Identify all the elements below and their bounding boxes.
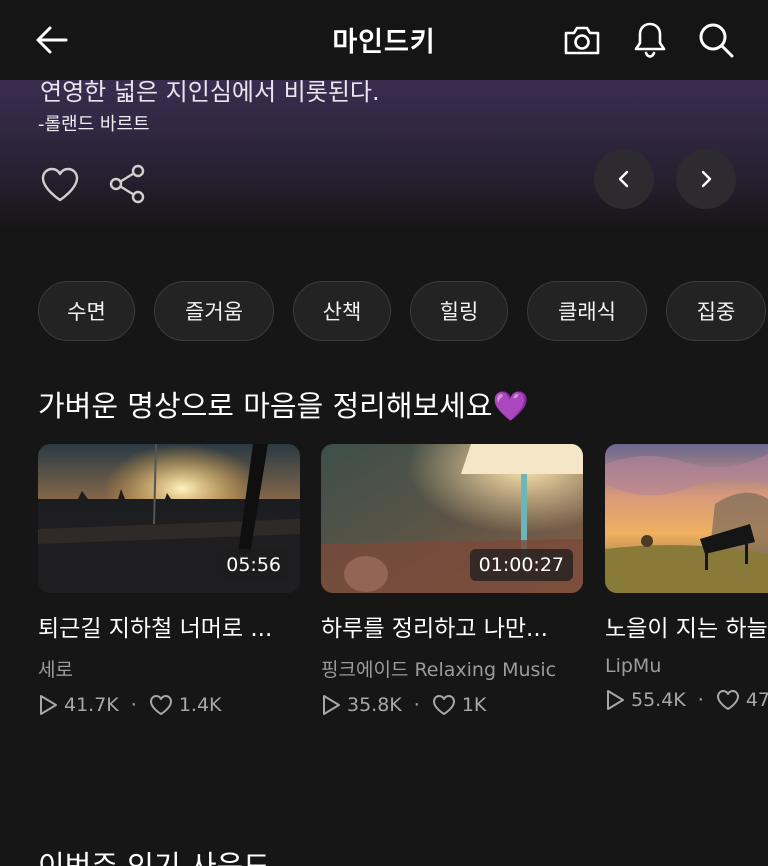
channel-name[interactable]: 세로 (38, 655, 300, 682)
chevron-right-icon (701, 170, 712, 188)
previous-quote-button[interactable] (594, 149, 654, 209)
chip-sleep[interactable]: 수면 (38, 281, 135, 341)
video-stats: 35.8K · 1K (321, 694, 583, 716)
section-title: 가벼운 명상으로 마음을 정리해보세요💜 (38, 383, 529, 425)
video-title[interactable]: 노을이 지는 하늘 (605, 609, 768, 643)
section-title-text: 가벼운 명상으로 마음을 정리해보세요 (38, 389, 493, 423)
play-count: 55.4K (631, 689, 686, 711)
search-button[interactable] (694, 18, 738, 62)
chip-classic[interactable]: 클래식 (527, 281, 647, 341)
separator-dot: · (413, 694, 420, 716)
video-title[interactable]: 퇴근길 지하철 너머로 ... (38, 609, 300, 643)
top-app-bar: 마인드키 (0, 0, 768, 80)
video-thumbnail[interactable]: 05:56 (38, 444, 300, 593)
share-icon (109, 164, 145, 204)
piano-sunset-image (605, 444, 768, 593)
like-count: 1.4K (178, 694, 222, 716)
video-card[interactable]: 노을이 지는 하늘 LipMu 55.4K · 47 (605, 444, 768, 711)
bell-icon (634, 22, 666, 58)
chip-joy[interactable]: 즐거움 (154, 281, 274, 341)
video-title[interactable]: 하루를 정리하고 나만... (321, 609, 583, 643)
video-card[interactable]: 01:00:27 하루를 정리하고 나만... 핑크에이드 Relaxing M… (321, 444, 583, 716)
play-icon (607, 690, 624, 710)
video-thumbnail[interactable]: 01:00:27 (321, 444, 583, 593)
quote-author: -롤랜드 바르트 (38, 114, 150, 135)
like-button[interactable] (38, 162, 82, 206)
camera-button[interactable] (560, 18, 604, 62)
next-quote-button[interactable] (676, 149, 736, 209)
notifications-button[interactable] (628, 18, 672, 62)
channel-name[interactable]: LipMu (605, 655, 768, 677)
purple-heart-emoji: 💜 (492, 389, 529, 423)
video-stats: 55.4K · 47 (605, 689, 768, 711)
play-count: 35.8K (347, 694, 402, 716)
next-section-title: 이번주 인기 사운드 (38, 849, 270, 866)
like-count: 1K (461, 694, 487, 716)
camera-icon (564, 26, 600, 55)
heart-icon (716, 690, 739, 710)
heart-icon (432, 695, 455, 715)
channel-name[interactable]: 핑크에이드 Relaxing Music (321, 655, 583, 682)
play-icon (40, 695, 57, 715)
heart-icon (41, 167, 79, 202)
video-card[interactable]: 05:56 퇴근길 지하철 너머로 ... 세로 41.7K · 1.4K (38, 444, 300, 716)
separator-dot: · (697, 689, 704, 711)
video-thumbnail[interactable] (605, 444, 768, 593)
chip-focus[interactable]: 집중 (666, 281, 766, 341)
video-stats: 41.7K · 1.4K (38, 694, 300, 716)
chevron-left-icon (618, 170, 629, 188)
play-count: 41.7K (64, 694, 119, 716)
chip-healing[interactable]: 힐링 (410, 281, 508, 341)
quote-banner: 연영한 넓은 지인심에서 비롯된다. -롤랜드 바르트 (0, 78, 768, 230)
video-duration: 05:56 (217, 549, 290, 581)
chip-walk[interactable]: 산책 (293, 281, 391, 341)
search-icon (699, 23, 734, 58)
separator-dot: · (130, 694, 137, 716)
video-duration: 01:00:27 (469, 549, 573, 581)
like-count: 47 (745, 689, 768, 711)
share-button[interactable] (106, 162, 150, 206)
play-icon (323, 695, 340, 715)
heart-icon (149, 695, 172, 715)
category-chips: 수면 즐거움 산책 힐링 클래식 집중 (38, 281, 766, 341)
